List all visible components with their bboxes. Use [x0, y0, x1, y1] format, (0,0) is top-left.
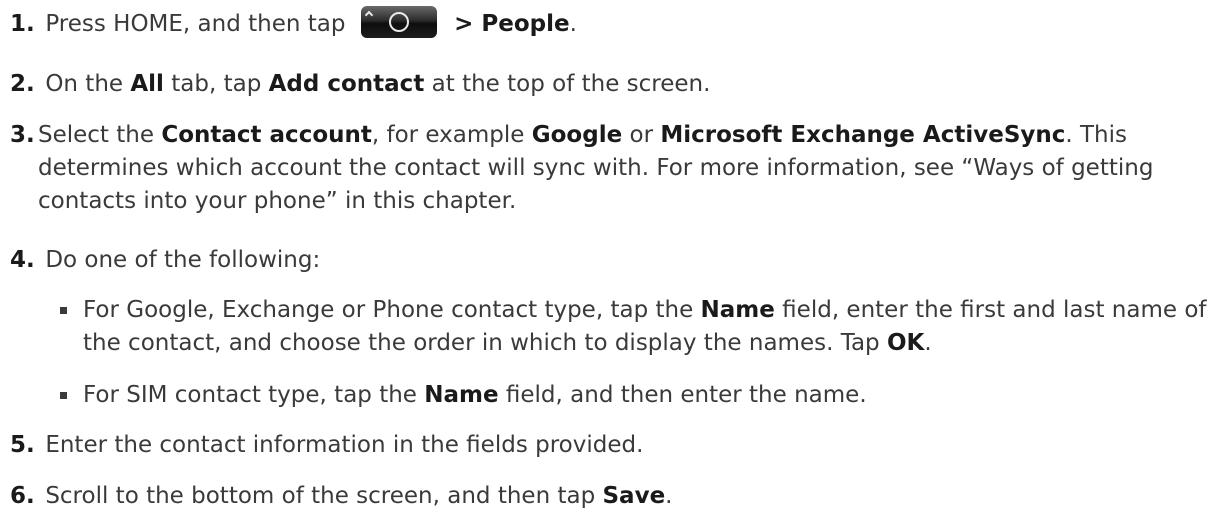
step-text: , for example: [371, 122, 532, 148]
step-text: at the top of the screen.: [424, 71, 711, 97]
step-number: 2.: [10, 71, 35, 97]
chevron-up-icon: [364, 10, 374, 19]
step-text: Enter the contact information in the fie…: [45, 432, 644, 458]
step-text: Scroll to the bottom of the screen, and …: [45, 483, 603, 509]
step-number: 3.: [10, 122, 35, 148]
step-bold-text: All: [130, 71, 164, 97]
step-number: 1.: [10, 11, 35, 37]
bullet-text: For SIM contact type, tap the: [83, 382, 425, 408]
step-4: 4. Do one of the following:: [10, 244, 1225, 277]
step-number: 6.: [10, 483, 35, 509]
step-text: On the: [45, 71, 131, 97]
step-bold-text: Contact account: [161, 122, 372, 148]
step-text: .: [665, 483, 673, 509]
bullet-item-1: For Google, Exchange or Phone contact ty…: [60, 294, 1225, 360]
step-bold-text: Microsoft Exchange ActiveSync: [660, 122, 1066, 148]
step-text: Do one of the following:: [45, 247, 321, 273]
bullet-bold-text: Name: [700, 297, 775, 323]
step-3: 3. Select the Contact account, for exampl…: [10, 119, 1225, 218]
step-text: .: [569, 11, 577, 37]
bullet-square-icon: [60, 307, 67, 314]
step-1: 1. Press HOME, and then tap > People.: [10, 5, 1225, 41]
bullet-bold-text: OK: [886, 330, 925, 356]
bullet-text: For Google, Exchange or Phone contact ty…: [83, 297, 701, 323]
step-number: 5.: [10, 432, 35, 458]
step-text: tab, tap: [163, 71, 269, 97]
step-bold-text: Add contact: [268, 71, 425, 97]
step-text: Select the: [38, 122, 162, 148]
step-2: 2. On the All tab, tap Add contact at th…: [10, 68, 1225, 101]
step-bold-text: Save: [602, 483, 666, 509]
bullet-bold-text: Name: [424, 382, 499, 408]
circle-icon: [388, 11, 409, 32]
step-text: or: [622, 122, 661, 148]
step-number: 4.: [10, 247, 35, 273]
instruction-page: 1. Press HOME, and then tap > People. 2.…: [0, 0, 1228, 519]
bullet-item-2: For SIM contact type, tap the Name field…: [60, 379, 1225, 412]
step-bold-text: > People: [454, 11, 570, 37]
all-apps-button-icon: [360, 5, 437, 38]
step-bold-text: Google: [531, 122, 623, 148]
bullet-text: .: [924, 330, 932, 356]
step-text: Press HOME, and then tap: [45, 11, 346, 37]
bullet-square-icon: [60, 392, 67, 399]
bullet-text: field, and then enter the name.: [498, 382, 867, 408]
step-6: 6. Scroll to the bottom of the screen, a…: [10, 480, 1225, 513]
step-5: 5. Enter the contact information in the …: [10, 429, 1225, 462]
